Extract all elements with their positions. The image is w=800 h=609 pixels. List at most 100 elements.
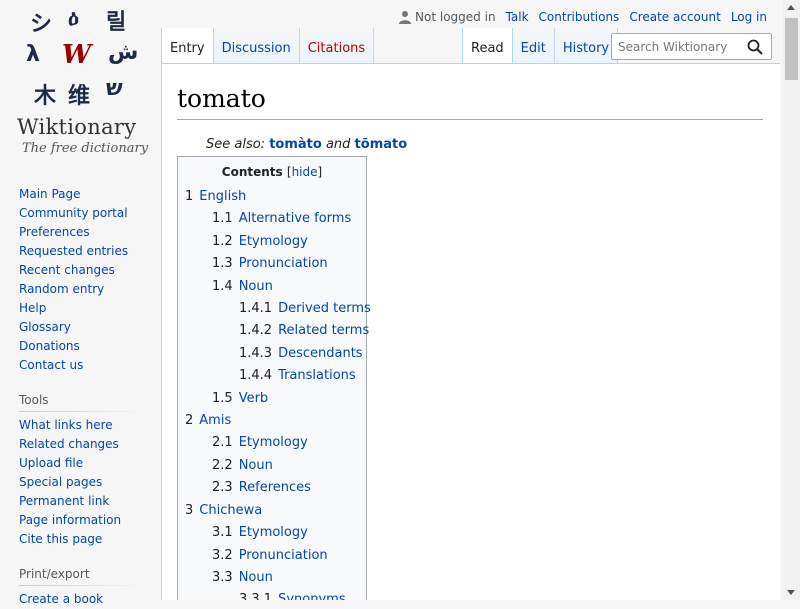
tab-entry-label: Entry bbox=[170, 41, 205, 56]
logo-wordmark: Wiktionary bbox=[17, 115, 137, 139]
tab-discussion[interactable]: Discussion bbox=[213, 28, 300, 64]
create-account-link[interactable]: Create account bbox=[629, 10, 721, 24]
sidebar-item-donations[interactable]: Donations bbox=[19, 339, 80, 353]
tab-discussion-label: Discussion bbox=[221, 41, 291, 56]
toc-item-number: 3.3.1 bbox=[239, 592, 273, 600]
tab-read-label: Read bbox=[471, 41, 504, 56]
tab-read[interactable]: Read bbox=[462, 28, 513, 64]
toc-item-number: 2.1 bbox=[212, 435, 233, 451]
toc-item-number: 2.2 bbox=[212, 457, 233, 473]
log-in-link[interactable]: Log in bbox=[731, 10, 767, 24]
toc-item-label: Noun bbox=[238, 457, 273, 473]
user-icon bbox=[398, 10, 412, 24]
toc-item-label: Amis bbox=[199, 413, 232, 429]
page-scrollbar[interactable] bbox=[783, 0, 800, 600]
toc-item[interactable]: 1.4 Noun bbox=[185, 276, 359, 298]
sidebar-item-requested-entries[interactable]: Requested entries bbox=[19, 244, 128, 258]
sidebar-item-special-pages[interactable]: Special pages bbox=[19, 475, 102, 489]
toc-item-number: 3.1 bbox=[212, 525, 233, 541]
search-input[interactable] bbox=[618, 39, 746, 54]
logo-glyph: ش bbox=[108, 40, 139, 65]
toc-item[interactable]: 1.5 Verb bbox=[185, 388, 359, 410]
wiktionary-logo[interactable]: シ ዕ 릴 λ W ش 木 维 ש Wiktionary The free di… bbox=[0, 0, 160, 165]
toc-item[interactable]: 2.1 Etymology bbox=[185, 432, 359, 454]
sidebar-item-what-links-here[interactable]: What links here bbox=[19, 418, 113, 432]
see-also-link-tomato-macron[interactable]: tōmato bbox=[355, 137, 408, 152]
toc-item-number: 2 bbox=[185, 413, 194, 429]
logo-glyph: 木 bbox=[34, 84, 57, 109]
toc-item-label: Translations bbox=[278, 368, 356, 384]
toc-hide-close: ] bbox=[317, 165, 323, 179]
toc-item[interactable]: 1.4.4 Translations bbox=[185, 365, 359, 387]
logo-glyph: 维 bbox=[68, 84, 91, 109]
see-also-link-tomato-grave[interactable]: tomàto bbox=[269, 137, 322, 152]
sidebar-item-recent-changes[interactable]: Recent changes bbox=[19, 263, 115, 277]
toc-item[interactable]: 1.4.3 Descendants bbox=[185, 343, 363, 365]
toc-item[interactable]: 1.4.2 Related terms bbox=[185, 320, 369, 342]
tab-citations[interactable]: Citations bbox=[299, 28, 375, 64]
sidebar-item-contact-us[interactable]: Contact us bbox=[19, 358, 83, 372]
sidebar-item-random-entry[interactable]: Random entry bbox=[19, 282, 104, 296]
toc-item-label: Alternative forms bbox=[238, 211, 352, 227]
sidebar-item-community-portal[interactable]: Community portal bbox=[19, 206, 128, 220]
toc-item-number: 1 bbox=[185, 189, 194, 204]
toc-item[interactable]: 2.3 References bbox=[185, 477, 359, 499]
scrollbar-thumb[interactable] bbox=[785, 18, 798, 80]
sidebar-print-export: Print/export Create a book bbox=[19, 567, 146, 609]
toc-item-number: 3 bbox=[185, 502, 194, 518]
logo-glyph: λ bbox=[26, 42, 40, 67]
toc-item-number: 1.4.2 bbox=[239, 323, 273, 339]
tab-history[interactable]: History bbox=[554, 28, 619, 64]
scroll-down-arrow-icon[interactable] bbox=[787, 590, 795, 595]
search-icon[interactable] bbox=[747, 39, 763, 55]
toc-item[interactable]: 3.1 Etymology bbox=[185, 522, 359, 544]
sidebar-item-upload-file[interactable]: Upload file bbox=[19, 456, 83, 470]
toc-item-label: Descendants bbox=[278, 345, 363, 361]
toc-item[interactable]: 3 Chichewa bbox=[185, 500, 359, 522]
tab-entry[interactable]: Entry bbox=[161, 28, 214, 64]
toc-item[interactable]: 1 English bbox=[185, 186, 359, 208]
toc-item[interactable]: 1.1 Alternative forms bbox=[185, 208, 359, 230]
sidebar-item-permanent-link[interactable]: Permanent link bbox=[19, 494, 109, 508]
scroll-up-arrow-icon[interactable] bbox=[787, 5, 795, 10]
sidebar-tools: Tools What links here Related changes Up… bbox=[19, 393, 146, 549]
sidebar-item-create-a-book[interactable]: Create a book bbox=[19, 592, 103, 606]
sidebar-item-preferences[interactable]: Preferences bbox=[19, 225, 90, 239]
toc-item-label: References bbox=[238, 480, 311, 496]
tab-citations-label: Citations bbox=[307, 41, 366, 56]
toc-item-label: Etymology bbox=[238, 525, 308, 541]
contributions-link[interactable]: Contributions bbox=[539, 10, 620, 24]
namespace-tabs: Entry Discussion Citations bbox=[161, 28, 375, 64]
sidebar-item-glossary[interactable]: Glossary bbox=[19, 320, 71, 334]
toc-item-number: 1.2 bbox=[212, 233, 233, 249]
toc-item-label: Etymology bbox=[238, 233, 308, 249]
toc-item-number: 1.5 bbox=[212, 390, 233, 406]
toc-item[interactable]: 3.2 Pronunciation bbox=[185, 545, 359, 567]
toc-item[interactable]: 2 Amis bbox=[185, 410, 359, 432]
toc-item[interactable]: 3.3 Noun bbox=[185, 567, 359, 589]
toc-item-number: 1.1 bbox=[212, 211, 233, 227]
sidebar-navigation: Main Page Community portal Preferences R… bbox=[19, 185, 146, 375]
tab-history-label: History bbox=[562, 41, 610, 56]
sidebar-item-page-information[interactable]: Page information bbox=[19, 513, 121, 527]
sidebar-item-main-page[interactable]: Main Page bbox=[19, 187, 81, 201]
page-title: tomato bbox=[177, 84, 763, 120]
toc-item[interactable]: 3.3.1 Synonyms bbox=[185, 589, 359, 600]
sidebar-item-related-changes[interactable]: Related changes bbox=[19, 437, 119, 451]
talk-link[interactable]: Talk bbox=[506, 10, 529, 24]
sidebar-item-cite-this-page[interactable]: Cite this page bbox=[19, 532, 102, 546]
sidebar-tools-heading: Tools bbox=[19, 393, 146, 412]
search-box bbox=[611, 33, 772, 60]
see-also-note: See also: tomàto and tōmato bbox=[206, 137, 407, 152]
tab-edit[interactable]: Edit bbox=[512, 28, 555, 64]
toc-item[interactable]: 1.3 Pronunciation bbox=[185, 253, 359, 275]
toc-item[interactable]: 1.2 Etymology bbox=[185, 231, 359, 253]
toc-item[interactable]: 1.4.1 Derived terms bbox=[185, 298, 371, 320]
logo-glyph: シ bbox=[30, 12, 53, 37]
toc-item[interactable]: 2.2 Noun bbox=[185, 455, 359, 477]
sidebar-print-heading: Print/export bbox=[19, 567, 146, 586]
toc-item-label: Chichewa bbox=[199, 502, 263, 518]
toc-header: Contents [hide] bbox=[185, 165, 359, 179]
toc-hide-link[interactable]: hide bbox=[292, 165, 318, 179]
sidebar-item-help[interactable]: Help bbox=[19, 301, 46, 315]
